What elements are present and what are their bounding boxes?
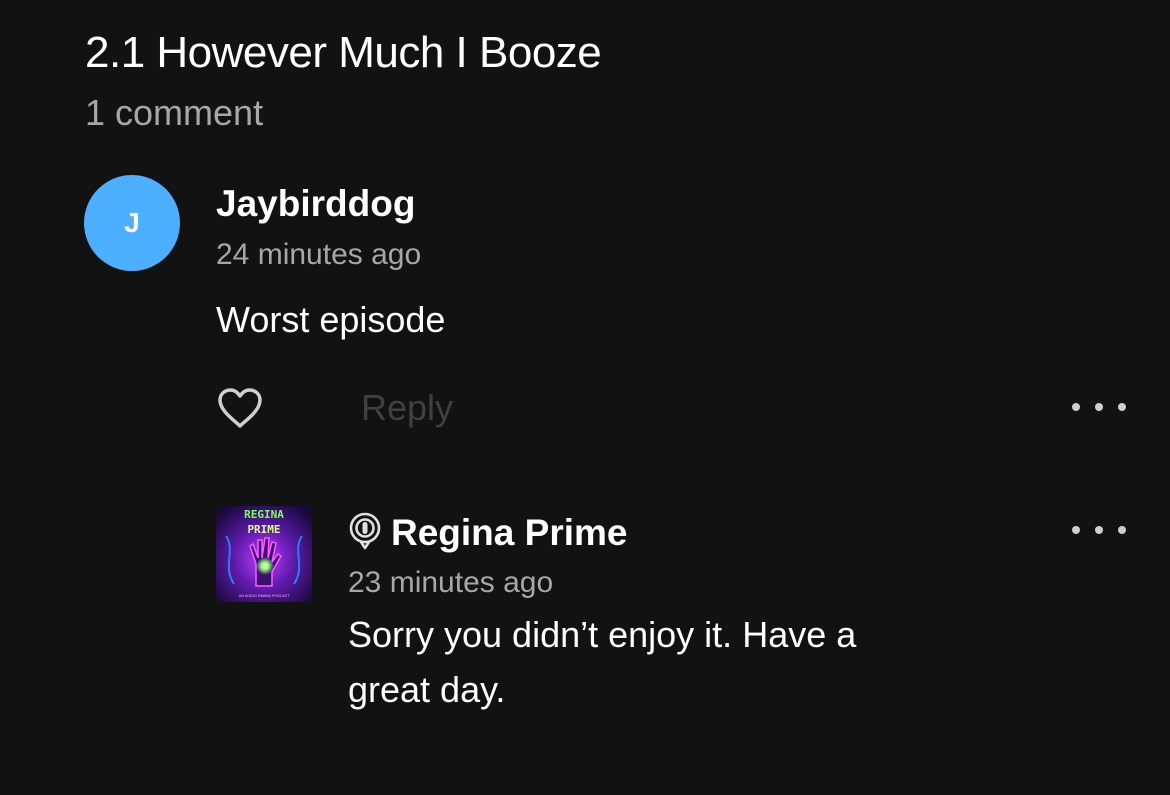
cover-tagline: AN AUDIO DRAMA PODCAST [239, 594, 290, 598]
reply-button[interactable]: Reply [361, 387, 453, 429]
more-dot [1118, 526, 1126, 534]
more-dot [1095, 403, 1103, 411]
more-horizontal-icon [1072, 526, 1080, 534]
like-button[interactable] [214, 383, 266, 433]
comment-timestamp: 24 minutes ago [216, 238, 422, 271]
more-dot [1095, 526, 1103, 534]
podcast-cover-avatar[interactable]: REGINA PRIME AN AUDIO DRAMA PODCAST [216, 506, 312, 602]
reply-author[interactable]: Regina Prime [391, 512, 627, 554]
heart-outline-icon [218, 388, 262, 428]
reply-text: Sorry you didn’t enjoy it. Have a great … [348, 614, 857, 710]
comment-text: Worst episode [216, 299, 446, 340]
comment-author[interactable]: Jaybirddog [216, 183, 415, 225]
more-options-button[interactable] [1072, 392, 1126, 422]
podcast-cover-art: REGINA PRIME AN AUDIO DRAMA PODCAST [216, 506, 312, 602]
episode-title: 2.1 However Much I Booze [85, 28, 602, 77]
reply-timestamp: 23 minutes ago [348, 566, 554, 599]
avatar[interactable]: J [84, 175, 180, 271]
reply-more-options-button[interactable] [1072, 515, 1126, 545]
comment-count: 1 comment [85, 92, 264, 133]
podcast-creator-icon [348, 512, 382, 550]
cover-title-line1: REGINA [244, 508, 284, 521]
more-horizontal-icon [1072, 403, 1080, 411]
more-dot [1118, 403, 1126, 411]
cover-title-line2: PRIME [247, 523, 280, 536]
